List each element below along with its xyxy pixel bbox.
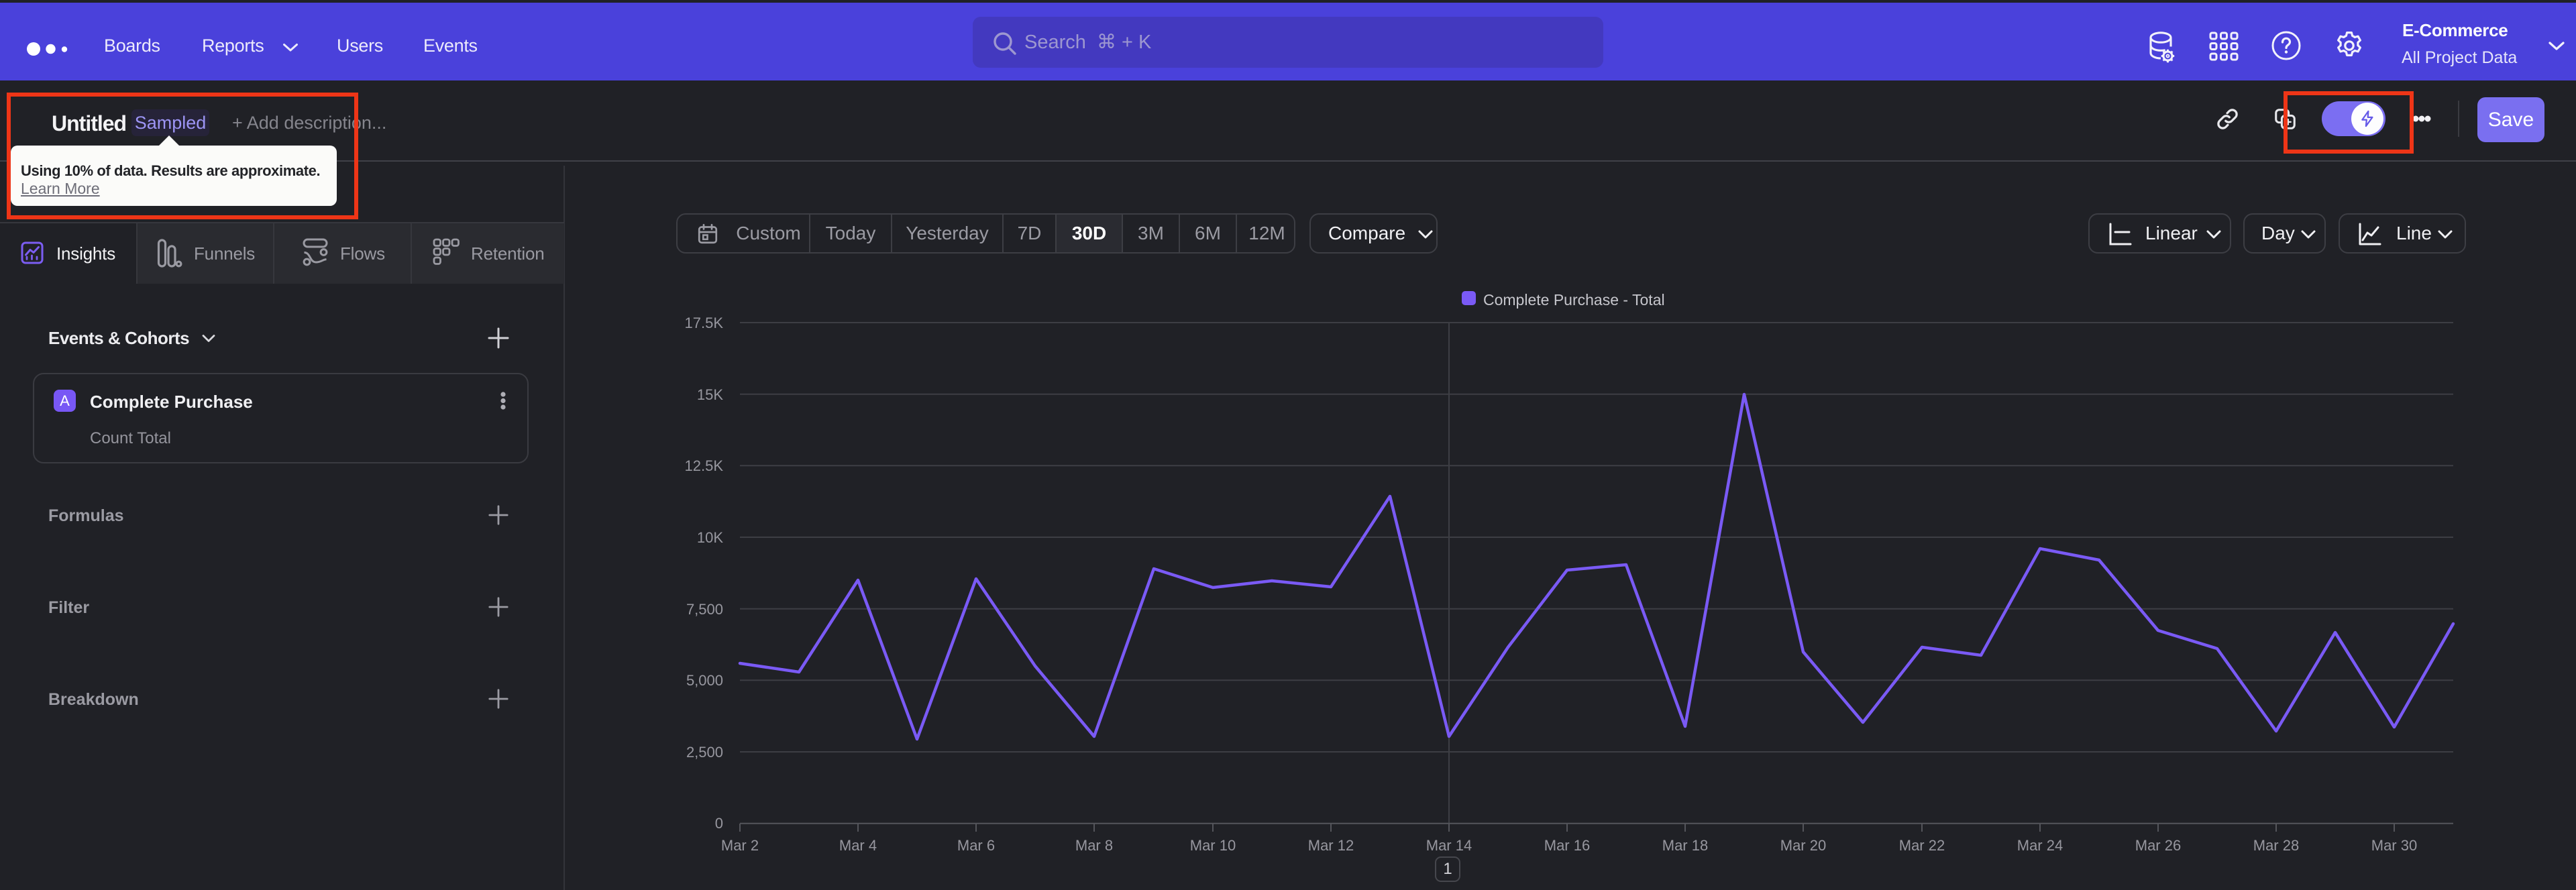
svg-text:Mar 10: Mar 10: [1190, 837, 1236, 854]
svg-text:2,500: 2,500: [686, 744, 723, 761]
svg-text:Mar 8: Mar 8: [1075, 837, 1113, 854]
svg-text:17.5K: 17.5K: [685, 315, 724, 331]
svg-text:Mar 4: Mar 4: [839, 837, 877, 854]
svg-text:Mar 30: Mar 30: [2371, 837, 2417, 854]
svg-text:Mar 28: Mar 28: [2253, 837, 2299, 854]
svg-text:Mar 26: Mar 26: [2135, 837, 2181, 854]
svg-text:Mar 2: Mar 2: [721, 837, 759, 854]
svg-text:15K: 15K: [697, 386, 723, 403]
svg-text:0: 0: [715, 815, 723, 832]
svg-text:Mar 22: Mar 22: [1899, 837, 1945, 854]
svg-text:Mar 24: Mar 24: [2017, 837, 2063, 854]
svg-text:Mar 20: Mar 20: [1780, 837, 1826, 854]
svg-text:5,000: 5,000: [686, 672, 723, 689]
svg-text:Mar 18: Mar 18: [1662, 837, 1708, 854]
svg-text:Mar 16: Mar 16: [1544, 837, 1590, 854]
svg-text:7,500: 7,500: [686, 601, 723, 618]
svg-text:12.5K: 12.5K: [685, 457, 724, 474]
svg-text:Mar 14: Mar 14: [1426, 837, 1472, 854]
svg-text:10K: 10K: [697, 529, 723, 546]
svg-text:Mar 6: Mar 6: [957, 837, 995, 854]
svg-text:Mar 12: Mar 12: [1308, 837, 1354, 854]
